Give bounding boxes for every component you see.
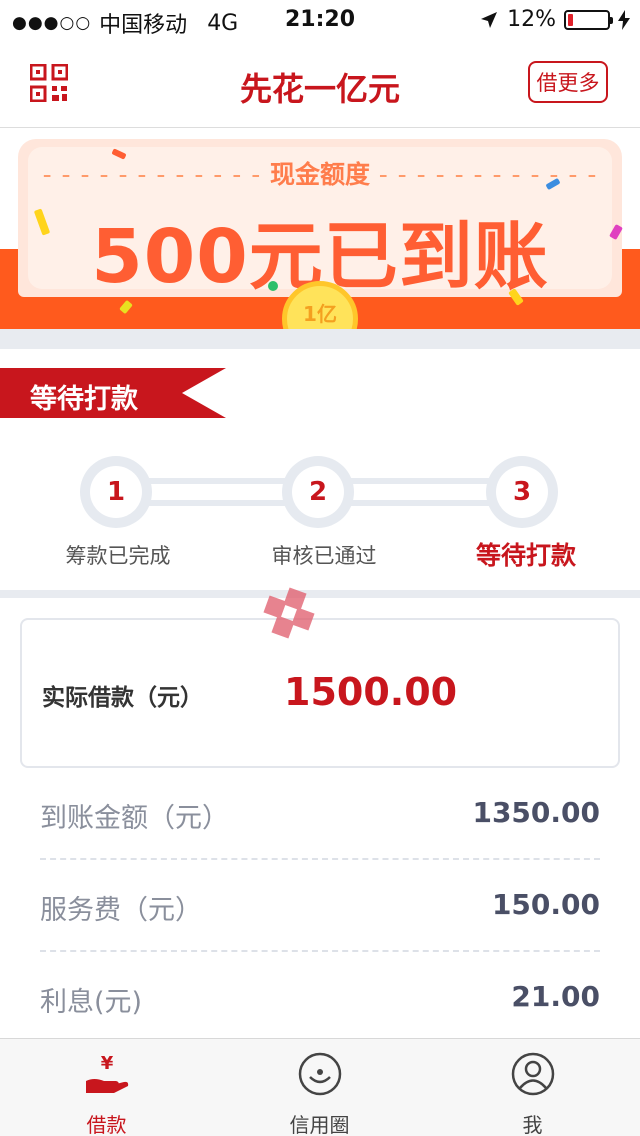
status-bar: ●●●○○ 中国移动 4G 21:20 12% xyxy=(0,0,640,40)
dashed-divider-left: - - - - - - - - - - - - xyxy=(42,160,262,189)
detail-row-received: 到账金额（元） 1350.00 xyxy=(40,768,600,860)
svg-text:¥: ¥ xyxy=(101,1053,114,1074)
status-ribbon-label: 等待打款 xyxy=(30,384,138,415)
tab-me[interactable]: 我 xyxy=(426,1039,639,1136)
step-2-number: 2 xyxy=(292,466,344,518)
detail-row-interest: 利息(元) 21.00 xyxy=(40,952,600,1044)
step-3-number: 3 xyxy=(496,466,548,518)
detail-row-service-fee: 服务费（元） 150.00 xyxy=(40,860,600,952)
step-3-circle: 3 xyxy=(486,456,558,528)
step-2-circle: 2 xyxy=(282,456,354,528)
step-1-number: 1 xyxy=(90,466,142,518)
tab-borrow-label: 借款 xyxy=(86,1113,127,1136)
confetti-icon xyxy=(268,281,278,291)
detail-label: 到账金额（元） xyxy=(40,803,229,834)
detail-label: 利息(元) xyxy=(40,987,143,1018)
charging-bolt-icon xyxy=(618,9,630,30)
tab-me-label: 我 xyxy=(522,1113,543,1136)
bottom-tab-bar: ¥ 借款 信用圈 我 xyxy=(0,1038,640,1136)
borrow-more-button[interactable]: 借更多 xyxy=(528,61,608,103)
detail-value: 150.00 xyxy=(491,888,600,921)
detail-value: 1350.00 xyxy=(472,796,600,829)
banner-subtitle: 现金额度 xyxy=(269,160,370,189)
actual-loan-card: 实际借款（元） 1500.00 xyxy=(20,618,620,768)
detail-value: 21.00 xyxy=(511,980,600,1013)
actual-loan-label: 实际借款（元） xyxy=(42,685,203,711)
actual-loan-value: 1500.00 xyxy=(284,670,458,714)
circle-face-icon xyxy=(298,1052,342,1096)
battery-fill xyxy=(568,13,573,26)
step-2-label: 审核已通过 xyxy=(271,544,377,568)
nav-bar: 先花一亿元 借更多 xyxy=(0,40,640,128)
user-profile-icon xyxy=(511,1052,555,1096)
battery-icon xyxy=(564,9,613,30)
tab-credit-circle[interactable]: 信用圈 xyxy=(213,1039,426,1136)
tab-credit-circle-label: 信用圈 xyxy=(289,1113,350,1136)
coin-text: 1亿 xyxy=(303,302,337,326)
tab-borrow[interactable]: ¥ 借款 xyxy=(0,1039,213,1136)
section-divider xyxy=(0,329,640,349)
step-1-label: 筹款已完成 xyxy=(65,544,171,568)
section-divider xyxy=(0,590,640,598)
banner-subtitle-row: - - - - - - - - - - - - 现金额度 - - - - - -… xyxy=(0,155,640,191)
battery-percent: 12% xyxy=(507,7,556,32)
dashed-divider-right: - - - - - - - - - - - - xyxy=(378,160,598,189)
location-arrow-icon xyxy=(481,11,498,28)
step-3-label: 等待打款 xyxy=(475,541,576,570)
amount-banner: - - - - - - - - - - - - 现金额度 - - - - - -… xyxy=(0,129,640,329)
status-ribbon: 等待打款 xyxy=(0,368,226,418)
progress-stepper: 1 2 3 筹款已完成 审核已通过 等待打款 xyxy=(0,440,640,590)
detail-label: 服务费（元） xyxy=(40,895,202,926)
status-right: 12% xyxy=(479,7,630,32)
step-1-circle: 1 xyxy=(80,456,152,528)
yen-hand-icon: ¥ xyxy=(86,1053,129,1093)
